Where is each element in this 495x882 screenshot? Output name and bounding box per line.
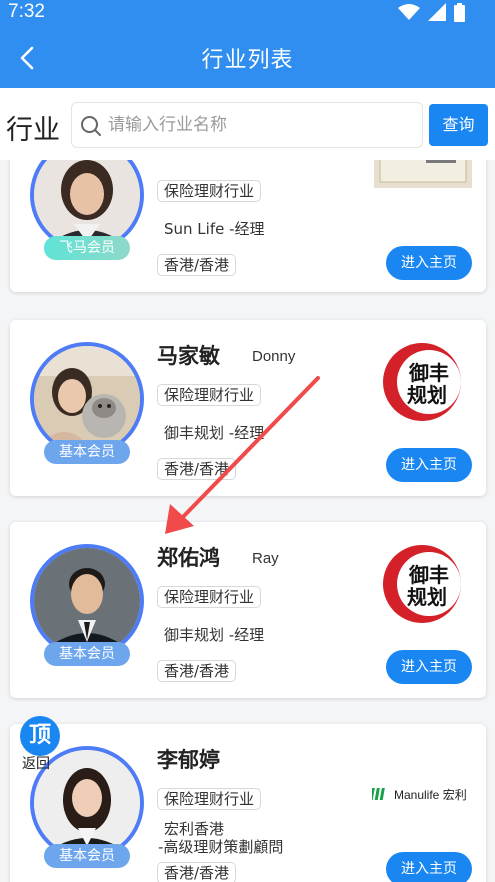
- back-to-top-label: 返回: [22, 756, 50, 772]
- annotation-arrow: [165, 376, 320, 534]
- top-icon: 顶: [20, 716, 60, 756]
- back-to-top-button[interactable]: 顶 返回: [18, 716, 62, 772]
